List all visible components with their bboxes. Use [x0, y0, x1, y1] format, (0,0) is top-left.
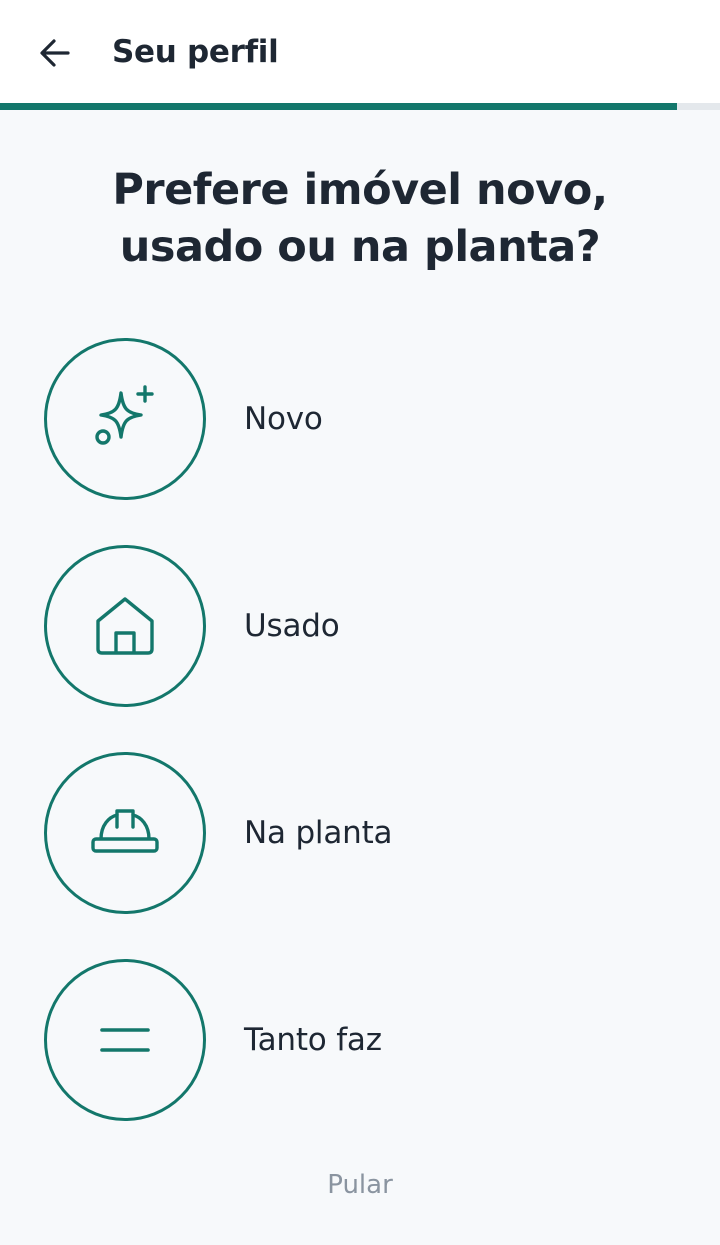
option-tanto-faz[interactable]: Tanto faz	[44, 959, 684, 1121]
sparkles-icon	[95, 385, 154, 445]
option-label: Na planta	[244, 815, 393, 851]
question-line-1: Prefere imóvel novo,	[112, 165, 608, 215]
option-tanto-faz-circle[interactable]	[44, 959, 206, 1121]
progress-fill	[0, 103, 677, 110]
hard-hat-icon	[91, 809, 159, 853]
progress-bar	[0, 103, 720, 110]
option-novo[interactable]: Novo	[44, 338, 684, 500]
option-usado-circle[interactable]	[44, 545, 206, 707]
question-line-2: usado ou na planta?	[119, 222, 601, 272]
back-button[interactable]	[30, 28, 80, 78]
option-na-planta[interactable]: Na planta	[44, 752, 684, 914]
app-header: Seu perfil	[0, 0, 720, 104]
option-usado[interactable]: Usado	[44, 545, 684, 707]
skip-button[interactable]: Pular	[0, 1170, 720, 1200]
equals-icon	[100, 1028, 150, 1052]
option-label: Tanto faz	[244, 1022, 382, 1058]
page-title: Seu perfil	[112, 34, 279, 70]
option-novo-circle[interactable]	[44, 338, 206, 500]
question-heading: Prefere imóvel novo, usado ou na planta?	[0, 162, 720, 276]
option-na-planta-circle[interactable]	[44, 752, 206, 914]
option-label: Novo	[244, 401, 323, 437]
arrow-left-icon	[40, 39, 70, 67]
option-label: Usado	[244, 608, 340, 644]
house-icon	[96, 597, 154, 655]
